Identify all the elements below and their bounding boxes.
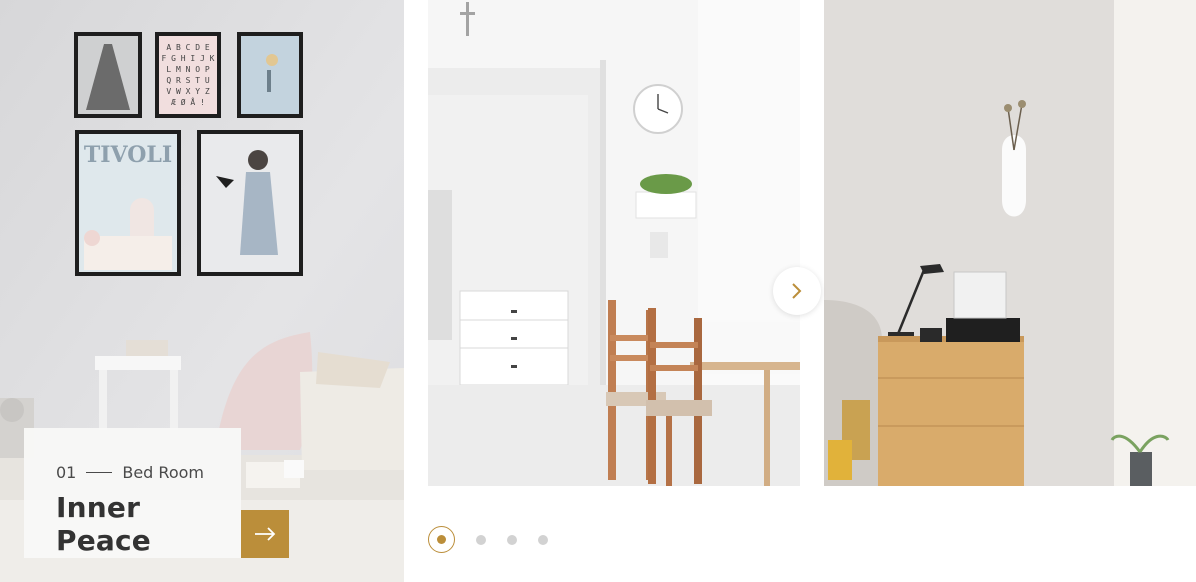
svg-text:F G H I J K: F G H I J K bbox=[162, 54, 215, 63]
pagination-dot-3[interactable] bbox=[507, 534, 517, 545]
meta-divider bbox=[86, 472, 113, 473]
svg-text:L M N O P: L M N O P bbox=[166, 65, 210, 74]
slide-cabinet-image[interactable] bbox=[824, 0, 1196, 486]
next-slide-button[interactable] bbox=[773, 267, 821, 315]
svg-text:V W X Y Z: V W X Y Z bbox=[166, 87, 210, 96]
view-slide-button[interactable] bbox=[241, 510, 289, 558]
slider-pagination bbox=[428, 526, 569, 553]
pagination-dot-1[interactable] bbox=[428, 526, 455, 553]
svg-text:Q R S T U: Q R S T U bbox=[166, 76, 210, 85]
slide-dining-image[interactable] bbox=[428, 0, 800, 486]
tivoli-poster-text: TIVOLI bbox=[84, 142, 172, 168]
chevron-right-icon bbox=[792, 283, 802, 299]
slide-number: 01 bbox=[56, 463, 77, 482]
svg-text:A B C D E: A B C D E bbox=[166, 43, 210, 52]
arrow-right-icon bbox=[255, 527, 276, 541]
slide-category: Bed Room bbox=[122, 463, 204, 482]
pagination-dot-4[interactable] bbox=[538, 534, 548, 545]
slide-title: Inner Peace bbox=[56, 491, 151, 557]
svg-text:Æ Ø Å !: Æ Ø Å ! bbox=[171, 96, 205, 107]
pagination-dot-2[interactable] bbox=[476, 534, 486, 545]
slide-caption-card: 01 Bed Room Inner Peace bbox=[24, 428, 241, 558]
